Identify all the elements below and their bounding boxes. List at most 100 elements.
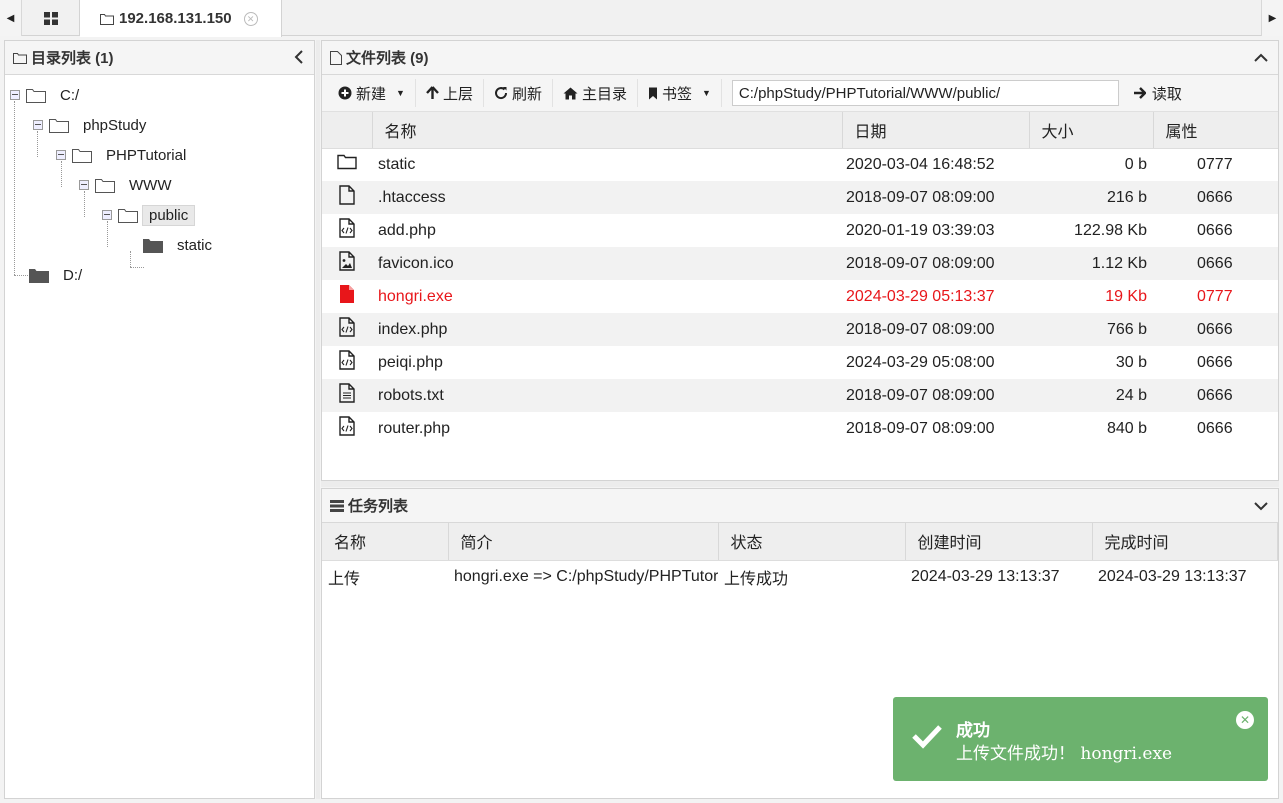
- task-panel-header: 任务列表: [322, 489, 1278, 523]
- read-button[interactable]: 读取: [1133, 83, 1182, 104]
- file-row[interactable]: router.php 2018-09-07 08:09:00 840 b 0666: [322, 412, 1278, 445]
- task-table: 名称 简介 状态 创建时间 完成时间 上传 hongri.exe => C:/p…: [322, 523, 1278, 593]
- tree-label[interactable]: C:/: [54, 86, 85, 105]
- collapse-left-icon[interactable]: [294, 50, 304, 68]
- directory-panel: 目录列表 (1) C:/ phpStudy PHPTutorial WWW pu…: [4, 40, 315, 799]
- file-name[interactable]: static: [372, 148, 842, 181]
- tree-collapse-icon[interactable]: [102, 210, 112, 220]
- home-icon: [563, 87, 578, 99]
- file-attr: 0666: [1153, 247, 1278, 280]
- file-name[interactable]: favicon.ico: [372, 247, 842, 280]
- file-table: 名称 日期 大小 属性 static 2020-03-04 16:48:52 0 b…: [322, 112, 1278, 445]
- tree-collapse-icon[interactable]: [79, 180, 89, 190]
- file-row[interactable]: favicon.ico 2018-09-07 08:09:00 1.12 Kb 066…: [322, 247, 1278, 280]
- tree-label[interactable]: static: [171, 236, 218, 255]
- file-name[interactable]: index.php: [372, 313, 842, 346]
- up-level-button[interactable]: 上层: [416, 79, 484, 107]
- tab-scroll-right-button[interactable]: ▶: [1261, 0, 1283, 36]
- tree-item-phptutorial[interactable]: PHPTutorial: [56, 143, 192, 167]
- new-button-label: 新建: [356, 85, 387, 103]
- close-toast-icon[interactable]: ✕: [1236, 711, 1254, 729]
- toast-message: 上传文件成功！ hongri.exe: [956, 744, 1173, 764]
- task-created: 2024-03-29 13:13:37: [911, 567, 1060, 585]
- file-row[interactable]: robots.txt 2018-09-07 08:09:00 24 b 0666: [322, 379, 1278, 412]
- file-name[interactable]: peiqi.php: [372, 346, 842, 379]
- path-input[interactable]: [731, 80, 1119, 106]
- task-status: 上传成功: [724, 570, 789, 588]
- file-name[interactable]: robots.txt: [372, 379, 842, 412]
- vertical-splitter[interactable]: [316, 40, 320, 799]
- file-row[interactable]: add.php 2020-01-19 03:39:03 122.98 Kb 0666: [322, 214, 1278, 247]
- column-header-task-name[interactable]: 名称: [322, 523, 449, 561]
- column-header-task-created[interactable]: 创建时间: [905, 523, 1093, 561]
- column-header-name[interactable]: 名称: [372, 112, 843, 149]
- tree-item-static[interactable]: static: [143, 233, 218, 257]
- column-header-task-finished[interactable]: 完成时间: [1092, 523, 1278, 561]
- folder-icon: [100, 13, 114, 25]
- file-name[interactable]: add.php: [372, 214, 842, 247]
- tree-label[interactable]: phpStudy: [77, 116, 152, 135]
- file-size: 766 b: [1029, 313, 1153, 346]
- column-header-date[interactable]: 日期: [842, 112, 1030, 149]
- tree-item-public[interactable]: public: [102, 203, 196, 227]
- column-header-task-desc[interactable]: 简介: [448, 523, 719, 561]
- column-header-attr[interactable]: 属性: [1153, 112, 1278, 149]
- file-icon: [330, 50, 342, 65]
- directory-panel-header: 目录列表 (1): [5, 41, 314, 75]
- file-name[interactable]: hongri.exe: [372, 280, 842, 313]
- tree-label[interactable]: D:/: [57, 266, 88, 285]
- file-name[interactable]: .htaccess: [372, 181, 842, 214]
- file-table-header: 名称 日期 大小 属性: [322, 112, 1278, 149]
- file-row[interactable]: .htaccess 2018-09-07 08:09:00 216 b 0666: [322, 181, 1278, 214]
- tree-label[interactable]: PHPTutorial: [100, 146, 192, 165]
- task-table-header: 名称 简介 状态 创建时间 完成时间: [322, 523, 1278, 561]
- file-row[interactable]: peiqi.php 2024-03-29 05:08:00 30 b 0666: [322, 346, 1278, 379]
- tasks-icon: [330, 499, 344, 512]
- tree-collapse-icon[interactable]: [56, 150, 66, 160]
- file-panel-title: 文件列表 (9): [346, 50, 429, 67]
- collapse-down-icon[interactable]: [1254, 498, 1268, 515]
- column-header-size[interactable]: 大小: [1029, 112, 1154, 149]
- arrow-up-icon: [426, 86, 439, 99]
- directory-tree: C:/ phpStudy PHPTutorial WWW public stat…: [5, 75, 314, 775]
- file-attr: 0666: [1197, 353, 1233, 371]
- tree-item-phpstudy[interactable]: phpStudy: [33, 113, 152, 137]
- home-dir-button[interactable]: 主目录: [553, 79, 638, 107]
- folder-open-icon: [49, 118, 69, 133]
- bookmark-label: 书签: [661, 85, 692, 103]
- file-date: 2024-03-29 05:08:00: [846, 353, 995, 371]
- text-file-icon: [322, 379, 372, 412]
- tree-collapse-icon[interactable]: [10, 90, 20, 100]
- toast-title: 成功: [956, 721, 990, 741]
- refresh-button[interactable]: 刷新: [484, 79, 553, 107]
- file-row[interactable]: hongri.exe 2024-03-29 05:13:37 19 Kb 0777: [322, 280, 1278, 313]
- grid-icon: [43, 11, 58, 25]
- tree-label-selected[interactable]: public: [142, 204, 196, 226]
- bookmark-button[interactable]: 书签 ▼: [638, 79, 722, 107]
- horizontal-splitter[interactable]: [321, 481, 1279, 487]
- file-row[interactable]: index.php 2018-09-07 08:09:00 766 b 0666: [322, 313, 1278, 346]
- file-date: 2020-01-19 03:39:03: [846, 221, 995, 239]
- tree-label[interactable]: WWW: [123, 176, 177, 195]
- close-tab-icon[interactable]: ✕: [243, 11, 258, 26]
- file-attr: 0777: [1197, 287, 1233, 305]
- task-row[interactable]: 上传 hongri.exe => C:/phpStudy/PHPTutorial…: [322, 560, 1278, 593]
- task-desc: hongri.exe => C:/phpStudy/PHPTutorial/WW…: [454, 567, 718, 585]
- folder-closed-icon: [143, 238, 163, 253]
- tree-item-www[interactable]: WWW: [79, 173, 177, 197]
- tab-home[interactable]: [22, 0, 80, 36]
- code-file-icon: [322, 313, 372, 346]
- tree-item-d[interactable]: D:/: [29, 263, 88, 287]
- file-panel: 文件列表 (9) 新建 ▼ 上层 刷新 主目录 书签 ▼ C:/phpStudy…: [321, 40, 1279, 481]
- tree-item-c[interactable]: C:/: [10, 83, 85, 107]
- refresh-label: 刷新: [511, 85, 542, 103]
- file-attr: 0666: [1197, 419, 1233, 437]
- tree-collapse-icon[interactable]: [33, 120, 43, 130]
- tab-connection[interactable]: 192.168.131.150 ✕: [80, 0, 282, 37]
- column-header-task-status[interactable]: 状态: [718, 523, 906, 561]
- collapse-up-icon[interactable]: [1254, 50, 1268, 67]
- file-name[interactable]: router.php: [372, 412, 842, 445]
- new-button[interactable]: 新建 ▼: [328, 79, 416, 107]
- tab-scroll-left-button[interactable]: ◀: [0, 0, 22, 36]
- file-row[interactable]: static 2020-03-04 16:48:52 0 b 0777: [322, 148, 1278, 181]
